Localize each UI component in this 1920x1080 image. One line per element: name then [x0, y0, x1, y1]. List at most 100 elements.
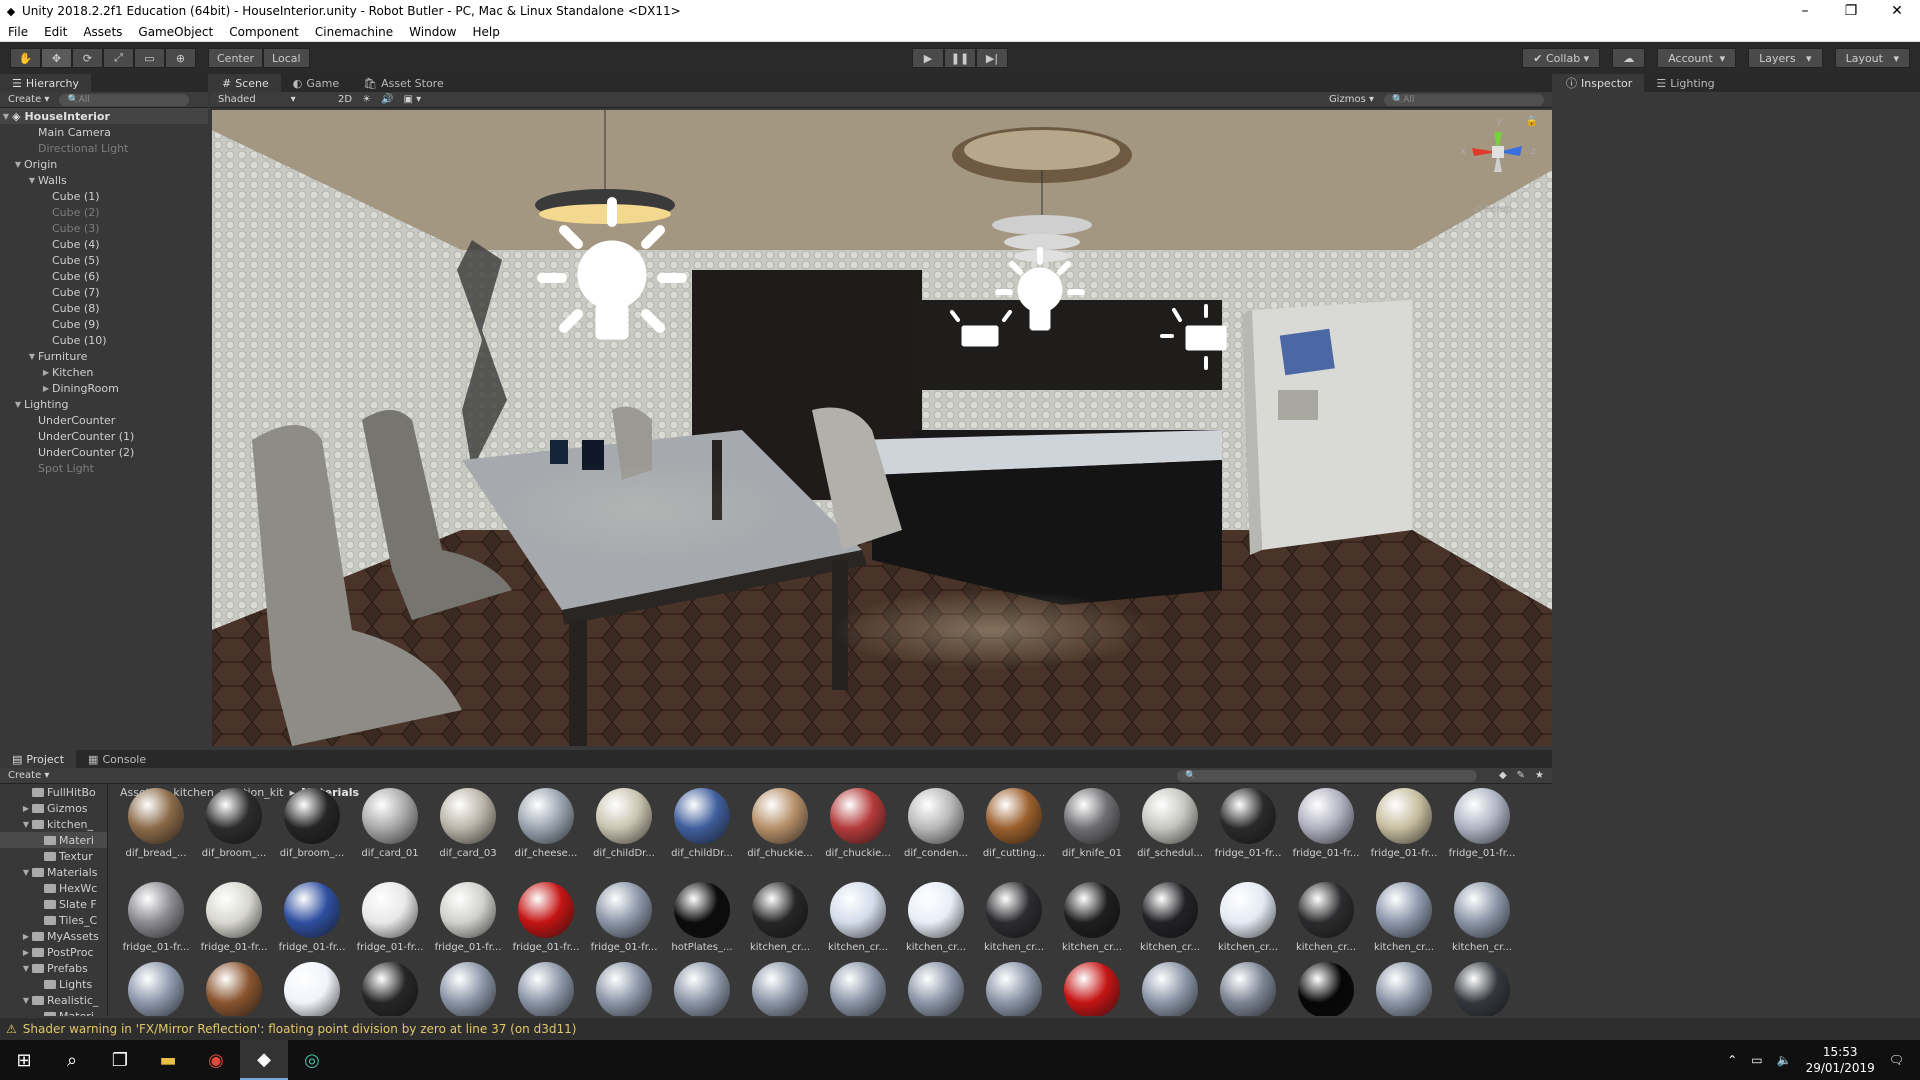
project-folder-item[interactable]: ▶ PostProc: [0, 944, 107, 960]
project-folder-item[interactable]: Textur: [0, 848, 107, 864]
material-asset[interactable]: dif_schedul...: [1132, 788, 1208, 859]
material-asset[interactable]: fridge_01-fr...: [352, 882, 428, 953]
minimize-icon[interactable]: –: [1782, 3, 1828, 19]
expand-arrow-icon[interactable]: ▶: [20, 932, 32, 941]
material-asset[interactable]: dif_chuckie...: [820, 788, 896, 859]
hierarchy-item[interactable]: Cube (3): [0, 220, 208, 236]
material-asset[interactable]: [430, 962, 506, 1016]
lock-icon[interactable]: 🔒: [1526, 116, 1538, 127]
project-folder-item[interactable]: FullHitBo: [0, 784, 107, 800]
hierarchy-item[interactable]: ▼ Lighting: [0, 396, 208, 412]
hierarchy-item[interactable]: Cube (1): [0, 188, 208, 204]
material-asset[interactable]: fridge_01-fr...: [1366, 788, 1442, 859]
expand-arrow-icon[interactable]: ▶: [40, 368, 52, 377]
expand-arrow-icon[interactable]: ▼: [26, 176, 38, 185]
material-asset[interactable]: kitchen_cr...: [820, 882, 896, 953]
network-icon[interactable]: ▭: [1751, 1053, 1762, 1067]
clock[interactable]: 15:53 29/01/2019: [1806, 1044, 1875, 1076]
material-asset[interactable]: [1366, 962, 1442, 1016]
material-asset[interactable]: [1288, 962, 1364, 1016]
material-asset[interactable]: [1444, 962, 1520, 1016]
expand-arrow-icon[interactable]: ▶: [40, 384, 52, 393]
hierarchy-search-input[interactable]: 🔍 All: [59, 93, 190, 106]
rotate-tool-icon[interactable]: ⟳: [72, 48, 103, 68]
hierarchy-item[interactable]: Cube (10): [0, 332, 208, 348]
material-asset[interactable]: kitchen_cr...: [898, 882, 974, 953]
project-folder-item[interactable]: Lights: [0, 976, 107, 992]
menu-file[interactable]: File: [0, 25, 36, 39]
unity-taskbar-icon[interactable]: ◆: [240, 1040, 288, 1080]
project-folder-item[interactable]: ▼ Realistic_: [0, 992, 107, 1008]
hierarchy-item[interactable]: Directional Light: [0, 140, 208, 156]
expand-arrow-icon[interactable]: ▼: [12, 400, 24, 409]
material-asset[interactable]: kitchen_cr...: [1288, 882, 1364, 953]
hierarchy-item[interactable]: UnderCounter (2): [0, 444, 208, 460]
material-asset[interactable]: kitchen_cr...: [1054, 882, 1130, 953]
toggle-2d-button[interactable]: 2D: [338, 94, 352, 105]
notification-icon[interactable]: 🗨: [1889, 1053, 1904, 1067]
tab-scene[interactable]: # Scene: [210, 74, 281, 92]
tab-inspector[interactable]: ⓘ Inspector: [1554, 74, 1645, 92]
material-asset[interactable]: hotPlates_...: [664, 882, 740, 953]
tab-asset-store[interactable]: 🛍 Asset Store: [351, 74, 456, 92]
material-asset[interactable]: dif_chuckie...: [742, 788, 818, 859]
material-asset[interactable]: dif_broom_...: [274, 788, 350, 859]
hierarchy-item[interactable]: ▼ Walls: [0, 172, 208, 188]
material-asset[interactable]: kitchen_cr...: [976, 882, 1052, 953]
scale-tool-icon[interactable]: ⤢: [103, 48, 134, 68]
hierarchy-item[interactable]: Spot Light: [0, 460, 208, 476]
hierarchy-item[interactable]: Cube (8): [0, 300, 208, 316]
project-folder-item[interactable]: HexWc: [0, 880, 107, 896]
hierarchy-item[interactable]: ▶ Kitchen: [0, 364, 208, 380]
file-explorer-icon[interactable]: ▬: [144, 1040, 192, 1080]
project-folder-item[interactable]: ▶ Gizmos: [0, 800, 107, 816]
hierarchy-item[interactable]: Cube (2): [0, 204, 208, 220]
material-asset[interactable]: [118, 962, 194, 1016]
project-create-button[interactable]: Create ▾: [8, 770, 49, 781]
material-asset[interactable]: dif_conden...: [898, 788, 974, 859]
close-icon[interactable]: ✕: [1874, 3, 1920, 19]
restore-icon[interactable]: ❐: [1828, 3, 1874, 19]
tab-project[interactable]: ▤ Project: [0, 750, 77, 768]
project-folder-item[interactable]: Tiles_C: [0, 912, 107, 928]
expand-arrow-icon[interactable]: ▼: [0, 112, 12, 121]
material-asset[interactable]: [352, 962, 428, 1016]
material-asset[interactable]: [820, 962, 896, 1016]
pivot-center-button[interactable]: Center: [208, 48, 264, 68]
expand-arrow-icon[interactable]: ▼: [20, 820, 32, 829]
status-bar[interactable]: ⚠ Shader warning in 'FX/Mirror Reflectio…: [0, 1018, 1920, 1040]
scene-lighting-icon[interactable]: ☀: [362, 94, 371, 105]
hierarchy-item[interactable]: UnderCounter: [0, 412, 208, 428]
hierarchy-item[interactable]: Cube (6): [0, 268, 208, 284]
chevron-up-icon[interactable]: ⌃: [1727, 1053, 1737, 1067]
menu-window[interactable]: Window: [401, 25, 464, 39]
menu-cinemachine[interactable]: Cinemachine: [307, 25, 401, 39]
menu-component[interactable]: Component: [221, 25, 307, 39]
projection-label[interactable]: ◁ Persp: [1474, 204, 1512, 215]
hierarchy-item[interactable]: Main Camera: [0, 124, 208, 140]
material-asset[interactable]: kitchen_cr...: [742, 882, 818, 953]
project-search-input[interactable]: 🔍: [1176, 769, 1477, 782]
scene-search-input[interactable]: 🔍 All: [1384, 93, 1544, 106]
transform-tool-icon[interactable]: ⊕: [165, 48, 196, 68]
layout-dropdown[interactable]: Layout ▾: [1834, 48, 1910, 68]
scene-audio-icon[interactable]: 🔊: [381, 94, 393, 105]
material-asset[interactable]: [1132, 962, 1208, 1016]
hierarchy-item[interactable]: UnderCounter (1): [0, 428, 208, 444]
material-asset[interactable]: dif_cheese...: [508, 788, 584, 859]
move-tool-icon[interactable]: ✥: [41, 48, 72, 68]
play-icon[interactable]: ▶: [912, 48, 944, 68]
hand-tool-icon[interactable]: ✋: [10, 48, 41, 68]
material-asset[interactable]: [664, 962, 740, 1016]
material-asset[interactable]: [1210, 962, 1286, 1016]
material-asset[interactable]: dif_card_03: [430, 788, 506, 859]
material-asset[interactable]: fridge_01-fr...: [1210, 788, 1286, 859]
shading-mode-dropdown[interactable]: Shaded ▾: [218, 94, 328, 105]
material-asset[interactable]: dif_card_01: [352, 788, 428, 859]
material-asset[interactable]: dif_bread_...: [118, 788, 194, 859]
project-folder-item[interactable]: Materi: [0, 1008, 107, 1016]
scene-root-item[interactable]: ▼ ◈ HouseInterior: [0, 108, 208, 124]
step-icon[interactable]: ▶|: [976, 48, 1008, 68]
material-asset[interactable]: dif_cutting...: [976, 788, 1052, 859]
material-asset[interactable]: [586, 962, 662, 1016]
